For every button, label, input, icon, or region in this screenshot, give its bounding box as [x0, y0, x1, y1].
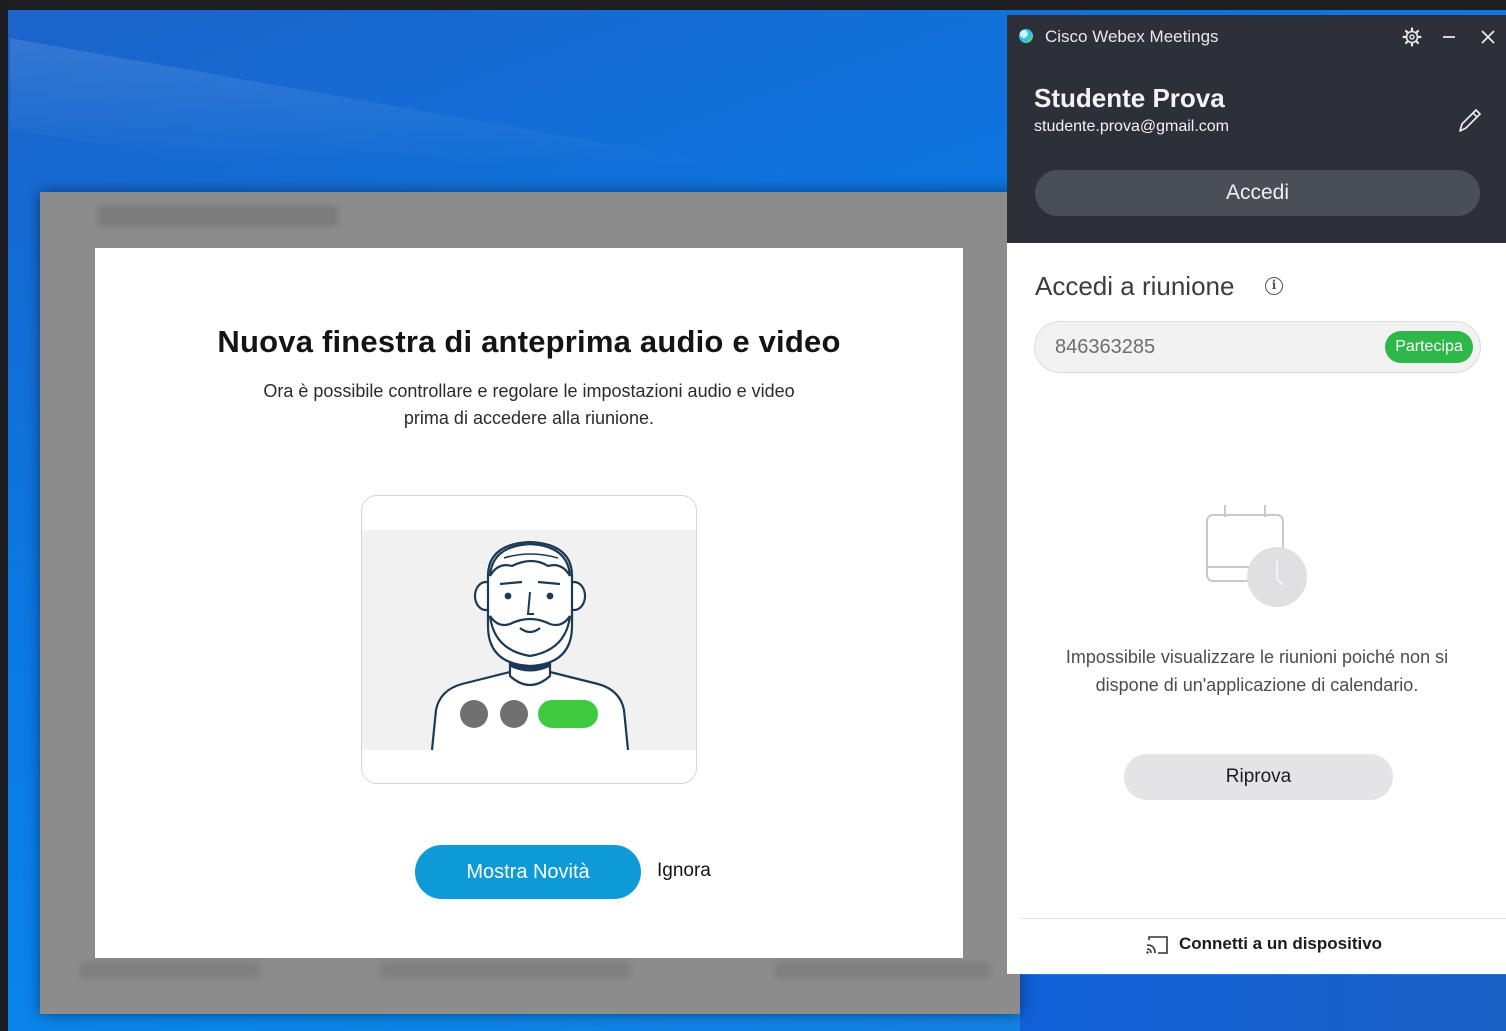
info-icon[interactable]: i: [1265, 277, 1283, 295]
message-line: Impossibile visualizzare le riunioni poi…: [1065, 647, 1449, 667]
dialog-description-line: Ora è possibile controllare e regolare l…: [263, 381, 795, 401]
no-calendar-message: Impossibile visualizzare le riunioni poi…: [1037, 643, 1477, 699]
show-whats-new-button[interactable]: Mostra Novità: [415, 845, 641, 899]
pencil-icon[interactable]: [1455, 105, 1483, 135]
window-title: Cisco Webex Meetings: [1045, 27, 1219, 46]
background-app-window: Nuova finestra di anteprima audio e vide…: [40, 192, 1020, 1014]
user-name: Studente Prova: [1034, 83, 1225, 113]
message-line: dispone di un'applicazione di calendario…: [1095, 675, 1419, 695]
webex-logo-icon: [1019, 29, 1033, 43]
retry-button[interactable]: Riprova: [1124, 754, 1393, 800]
dialog-description-line: prima di accedere alla riunione.: [403, 408, 655, 428]
calendar-clock-icon: [1205, 503, 1309, 609]
footer-divider: [1020, 918, 1506, 919]
gear-icon[interactable]: [1400, 25, 1424, 49]
desktop-bottom-strip: [1020, 975, 1506, 1031]
join-button[interactable]: Partecipa: [1385, 331, 1473, 363]
webex-header: Cisco Webex Meetings Studente Prova stud…: [1007, 15, 1506, 243]
meeting-number-input[interactable]: [1055, 334, 1355, 360]
ignore-button[interactable]: Ignora: [657, 860, 711, 882]
dialog-title: Nuova finestra di anteprima audio e vide…: [217, 324, 841, 359]
background-footer-item: [775, 962, 990, 978]
meeting-number-field[interactable]: Partecipa: [1034, 321, 1481, 373]
desktop-edge: [0, 0, 8, 1031]
background-footer-item: [380, 962, 630, 978]
user-email: studente.prova@gmail.com: [1034, 118, 1229, 135]
person-preview-illustration: [362, 530, 696, 751]
background-footer-item: [80, 962, 260, 978]
close-icon[interactable]: [1476, 25, 1500, 49]
connect-label: Connetti a un dispositivo: [1179, 934, 1383, 953]
cast-icon: [1146, 936, 1168, 954]
sign-in-button[interactable]: Accedi: [1035, 170, 1480, 216]
background-window-title: [98, 206, 338, 226]
webex-meetings-window: Cisco Webex Meetings Studente Prova stud…: [1007, 15, 1506, 974]
preview-illustration: [361, 495, 697, 784]
dialog-description: Ora è possibile controllare e regolare l…: [235, 378, 823, 432]
minimize-icon[interactable]: [1437, 25, 1461, 49]
whats-new-dialog: Nuova finestra di anteprima audio e vide…: [95, 248, 963, 958]
join-meeting-title: Accedi a riunione: [1035, 271, 1235, 301]
